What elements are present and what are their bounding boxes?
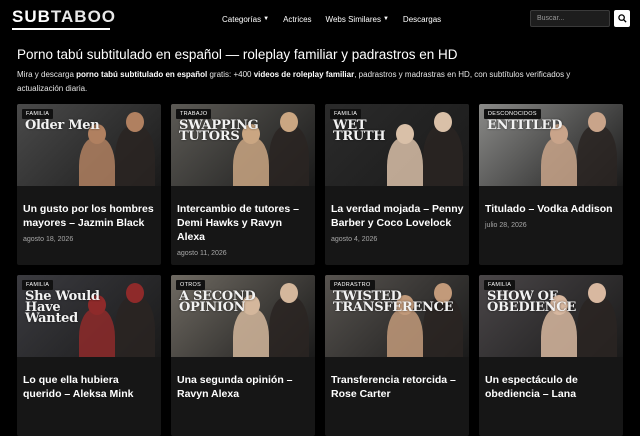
video-title[interactable]: Una segunda opinión – Ravyn Alexa [177,373,311,401]
category-badge[interactable]: OTROS [176,280,206,290]
video-card[interactable]: FAMILIA SHOW OF OBEDIENCE Un espectáculo d… [479,275,623,436]
video-thumbnail[interactable]: FAMILIA Older Men [17,104,161,186]
search-input[interactable] [530,10,610,27]
nav-item-label: Actrices [283,14,312,24]
page-intro: Mira y descarga porno tabú subtitulado e… [17,68,617,96]
logo-part-taboo: TABOO [50,7,117,26]
category-badge[interactable]: PADRASTRO [330,280,375,290]
poster-figure [387,138,423,186]
poster-figure [115,297,155,357]
video-card[interactable]: FAMILIA She Would Have Wanted Lo que ella … [17,275,161,436]
video-card[interactable]: PADRASTRO TWISTED TRANSFERENCE Transferenc… [325,275,469,436]
video-thumbnail[interactable]: TRABAJO SWAPPING TUTORS [171,104,315,186]
poster-title-art: ENTITLED [487,118,563,133]
nav-item-webs-similares[interactable]: Webs Similares ▼ [326,15,389,24]
poster-figure [541,309,577,357]
site-header: SUBTABOO Categorías ▼ Actrices Webs Simi… [0,0,640,38]
poster-figure [233,138,269,186]
poster-title-art: TWISTED TRANSFERENCE [333,289,454,315]
nav-item-label: Descargas [402,14,442,24]
video-card[interactable]: FAMILIA WET TRUTH La verdad mojada – Penny… [325,104,469,265]
poster-figure [577,126,617,186]
poster-figure-head [588,283,606,303]
video-title[interactable]: Un espectáculo de obediencia – Lana [485,373,619,401]
nav-item-descargas[interactable]: Descargas [403,15,441,24]
nav-item-label: Webs Similares [325,14,381,24]
intro-text: Mira y descarga [17,70,77,79]
poster-title-art: Older Men [25,118,100,133]
intro-bold: porno tabú subtitulado en español [76,70,208,79]
category-badge[interactable]: FAMILIA [330,109,362,119]
nav-item-label: Categorías [222,14,262,24]
poster-figure-head [434,112,452,132]
poster-figure [233,309,269,357]
category-badge[interactable]: TRABAJO [176,109,212,119]
nav-item-categorias[interactable]: Categorías ▼ [222,15,269,24]
poster-figure [577,297,617,357]
poster-title-art: She Would Have Wanted [25,289,100,326]
poster-figure [269,126,309,186]
poster-figure [269,297,309,357]
poster-figure [115,126,155,186]
poster-figure-head [126,112,144,132]
caret-down-icon: ▼ [263,16,270,22]
category-badge[interactable]: FAMILIA [22,109,54,119]
video-date: agosto 18, 2026 [23,236,74,243]
poster-title-art: SWAPPING TUTORS [179,118,259,144]
main-nav: Categorías ▼ Actrices Webs Similares ▼ D… [222,0,441,38]
poster-figure-head [126,283,144,303]
poster-figure-head [588,112,606,132]
poster-title-art: A SECOND OPINION [179,289,256,315]
intro-bold: videos de roleplay familiar [253,70,355,79]
intro-text: gratis: +400 [207,70,254,79]
video-thumbnail[interactable]: DESCONOCIDOS ENTITLED [479,104,623,186]
poster-figure-head [280,283,298,303]
video-date: agosto 4, 2026 [331,236,378,243]
video-title[interactable]: Titulado – Vodka Addison [485,202,619,216]
video-thumbnail[interactable]: PADRASTRO TWISTED TRANSFERENCE [325,275,469,357]
video-card[interactable]: FAMILIA Older Men Un gusto por los hombres… [17,104,161,265]
video-grid: FAMILIA Older Men Un gusto por los hombres… [17,104,623,436]
video-title[interactable]: Lo que ella hubiera querido – Aleksa Min… [23,373,157,401]
video-thumbnail[interactable]: OTROS A SECOND OPINION [171,275,315,357]
logo-underline [12,28,110,30]
video-card[interactable]: TRABAJO SWAPPING TUTORS Intercambio de tut… [171,104,315,265]
video-card[interactable]: DESCONOCIDOS ENTITLED Titulado – Vodka Add… [479,104,623,265]
nav-item-actrices[interactable]: Actrices [283,15,311,24]
video-date: julio 28, 2026 [485,222,527,229]
video-title[interactable]: Intercambio de tutores – Demi Hawks y Ra… [177,202,311,244]
poster-title-art: SHOW OF OBEDIENCE [487,289,576,315]
poster-figure [541,138,577,186]
video-thumbnail[interactable]: FAMILIA SHOW OF OBEDIENCE [479,275,623,357]
poster-figure [423,126,463,186]
search-icon [617,14,627,23]
poster-figure [387,309,423,357]
site-logo[interactable]: SUBTABOO [12,8,116,30]
video-thumbnail[interactable]: FAMILIA She Would Have Wanted [17,275,161,357]
poster-title-art: WET TRUTH [333,118,386,144]
video-card[interactable]: OTROS A SECOND OPINION Una segunda opinión… [171,275,315,436]
search-button[interactable] [614,10,630,27]
category-badge[interactable]: DESCONOCIDOS [484,109,541,119]
caret-down-icon: ▼ [382,16,389,22]
logo-part-sub: SUB [12,7,51,26]
poster-figure [79,138,115,186]
category-badge[interactable]: FAMILIA [22,280,54,290]
video-title[interactable]: Un gusto por los hombres mayores – Jazmi… [23,202,157,230]
video-title[interactable]: La verdad mojada – Penny Barber y Coco L… [331,202,465,230]
video-date: agosto 11, 2026 [177,250,227,257]
page-title: Porno tabú subtitulado en español — role… [17,47,458,62]
poster-figure-head [280,112,298,132]
video-title[interactable]: Transferencia retorcida – Rose Carter [331,373,465,401]
video-thumbnail[interactable]: FAMILIA WET TRUTH [325,104,469,186]
category-badge[interactable]: FAMILIA [484,280,516,290]
